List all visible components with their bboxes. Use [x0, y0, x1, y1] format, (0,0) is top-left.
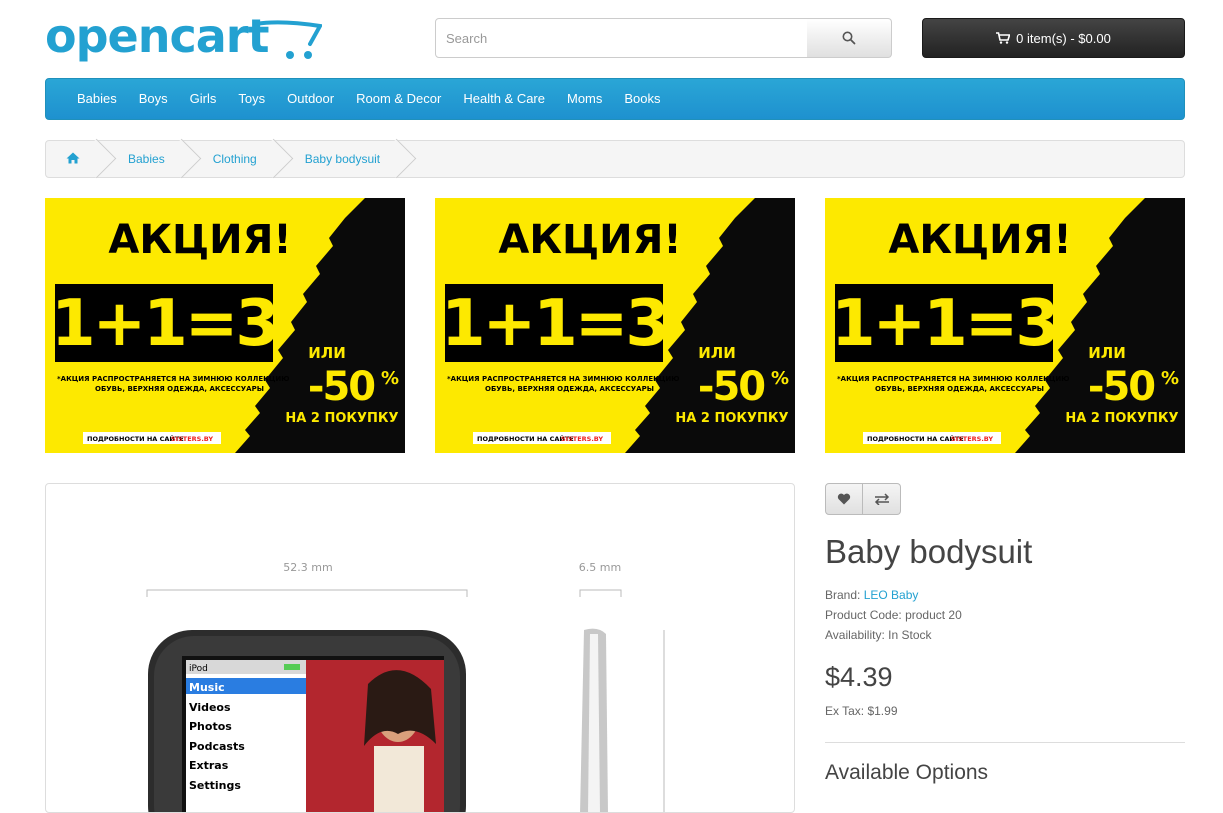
code-value: product 20: [905, 608, 962, 622]
menu-item-moms[interactable]: Moms: [556, 79, 613, 119]
ex-tax: Ex Tax: $1.99: [825, 704, 898, 718]
ipod-menu-podcasts: Podcasts: [189, 740, 245, 753]
banner-formula: 1+1=3: [441, 287, 667, 361]
banner-headline: АКЦИЯ!: [108, 217, 291, 263]
compare-button[interactable]: [863, 483, 901, 515]
banner-site: SISTERS.BY: [171, 435, 213, 443]
banner-percent: %: [1161, 368, 1179, 389]
banner-site: SISTERS.BY: [951, 435, 993, 443]
width-label: 52.3 mm: [283, 561, 332, 574]
banner-or: ИЛИ: [698, 344, 736, 362]
cart-button[interactable]: 0 item(s) - $0.00: [922, 18, 1185, 58]
banner-note-2: ОБУВЬ, ВЕРХНЯЯ ОДЕЖДА, АКСЕССУАРЫ: [875, 385, 1044, 393]
menu-item-books[interactable]: Books: [613, 79, 671, 119]
search-input[interactable]: [435, 18, 808, 58]
menu-item-babies[interactable]: Babies: [66, 79, 128, 119]
product-actions: [825, 483, 901, 515]
brand-link[interactable]: LEO Baby: [864, 588, 919, 602]
menu-item-girls[interactable]: Girls: [179, 79, 228, 119]
cart-label: 0 item(s) - $0.00: [1016, 30, 1111, 46]
options-heading: Available Options: [825, 761, 989, 784]
product-image[interactable]: 52.3 mm 6.5 mm iPod Music Videos Photos …: [45, 483, 795, 813]
promo-banner-3[interactable]: АКЦИЯ! 1+1=3 *АКЦИЯ РАСПРОСТРАНЯЕТСЯ НА …: [825, 198, 1185, 453]
promo-banner-2[interactable]: АКЦИЯ! 1+1=3 *АКЦИЯ РАСПРОСТРАНЯЕТСЯ НА …: [435, 198, 795, 453]
divider: [825, 742, 1185, 743]
banner-second: НА 2 ПОКУПКУ: [675, 411, 788, 426]
menu-item-room-decor[interactable]: Room & Decor: [345, 79, 452, 119]
logo[interactable]: opencart: [45, 9, 322, 70]
menu-item-toys[interactable]: Toys: [227, 79, 276, 119]
banner-formula: 1+1=3: [831, 287, 1057, 361]
depth-label: 6.5 mm: [579, 561, 621, 574]
brand-label: Brand:: [825, 588, 861, 602]
banner-percent: %: [771, 368, 789, 389]
banner-details: ПОДРОБНОСТИ НА САЙТЕ: [477, 434, 574, 443]
brand-row: Brand: LEO Baby: [825, 585, 962, 605]
shopping-cart-icon: [996, 32, 1011, 44]
promo-banner-graphic: АКЦИЯ! 1+1=3 *АКЦИЯ РАСПРОСТРАНЯЕТСЯ НА …: [825, 198, 1185, 453]
banner-second: НА 2 ПОКУПКУ: [1065, 411, 1178, 426]
promo-banner-graphic: АКЦИЯ! 1+1=3 *АКЦИЯ РАСПРОСТРАНЯЕТСЯ НА …: [435, 198, 795, 453]
menu-item-boys[interactable]: Boys: [128, 79, 179, 119]
banner-headline: АКЦИЯ!: [498, 217, 681, 263]
banner-second: НА 2 ПОКУПКУ: [285, 411, 398, 426]
search-group: [435, 18, 892, 58]
promo-banner-1[interactable]: АКЦИЯ! 1+1=3 *АКЦИЯ РАСПРОСТРАНЯЕТСЯ НА …: [45, 198, 405, 453]
banner-details: ПОДРОБНОСТИ НА САЙТЕ: [867, 434, 964, 443]
availability-row: Availability: In Stock: [825, 625, 962, 645]
banner-note-2: ОБУВЬ, ВЕРХНЯЯ ОДЕЖДА, АКСЕССУАРЫ: [485, 385, 654, 393]
breadcrumb-baby-bodysuit[interactable]: Baby bodysuit: [279, 141, 402, 177]
logo-text: opencart: [45, 9, 269, 63]
banner-note-1: *АКЦИЯ РАСПРОСТРАНЯЕТСЯ НА ЗИМНЮЮ КОЛЛЕК…: [57, 375, 289, 383]
breadcrumb: Babies Clothing Baby bodysuit: [45, 140, 1185, 178]
banner-discount: -50: [308, 364, 374, 410]
banner-note-2: ОБУВЬ, ВЕРХНЯЯ ОДЕЖДА, АКСЕССУАРЫ: [95, 385, 264, 393]
code-row: Product Code: product 20: [825, 605, 962, 625]
menu-item-health-care[interactable]: Health & Care: [452, 79, 556, 119]
search-button[interactable]: [807, 18, 892, 58]
ipod-menu-music: Music: [189, 681, 225, 694]
banner-discount: -50: [1088, 364, 1154, 410]
ipod-image: 52.3 mm 6.5 mm iPod Music Videos Photos …: [146, 561, 665, 812]
code-label: Product Code:: [825, 608, 902, 622]
banner-discount: -50: [698, 364, 764, 410]
banner-site: SISTERS.BY: [561, 435, 603, 443]
banner-or: ИЛИ: [1088, 344, 1126, 362]
search-icon: [842, 31, 856, 45]
promo-banner-graphic: АКЦИЯ! 1+1=3 *АКЦИЯ РАСПРОСТРАНЯЕТСЯ НА …: [45, 198, 405, 453]
heart-icon: [837, 493, 851, 505]
banner-note-1: *АКЦИЯ РАСПРОСТРАНЯЕТСЯ НА ЗИМНЮЮ КОЛЛЕК…: [837, 375, 1069, 383]
ipod-menu-extras: Extras: [189, 759, 229, 772]
cart-logo-icon: [254, 20, 322, 59]
banner-percent: %: [381, 368, 399, 389]
banner-details: ПОДРОБНОСТИ НА САЙТЕ: [87, 434, 184, 443]
breadcrumb-home[interactable]: [46, 141, 102, 177]
home-icon: [66, 152, 80, 163]
availability-label: Availability:: [825, 628, 885, 642]
ipod-menu-videos: Videos: [189, 701, 231, 714]
product-info: Brand: LEO Baby Product Code: product 20…: [825, 585, 962, 645]
ipod-menu-photos: Photos: [189, 720, 232, 733]
exchange-icon: [874, 493, 889, 505]
menu-item-outdoor[interactable]: Outdoor: [276, 79, 345, 119]
ipod-menu-settings: Settings: [189, 779, 241, 792]
availability-value: In Stock: [888, 628, 932, 642]
banner-formula: 1+1=3: [51, 287, 277, 361]
ipod-title: iPod: [189, 664, 208, 674]
banner-headline: АКЦИЯ!: [888, 217, 1071, 263]
wishlist-button[interactable]: [825, 483, 863, 515]
banner-or: ИЛИ: [308, 344, 346, 362]
product-title: Baby bodysuit: [825, 533, 1033, 570]
banner-note-1: *АКЦИЯ РАСПРОСТРАНЯЕТСЯ НА ЗИМНЮЮ КОЛЛЕК…: [447, 375, 679, 383]
main-menu: Babies Boys Girls Toys Outdoor Room & De…: [45, 78, 1185, 120]
product-price: $4.39: [825, 662, 893, 692]
